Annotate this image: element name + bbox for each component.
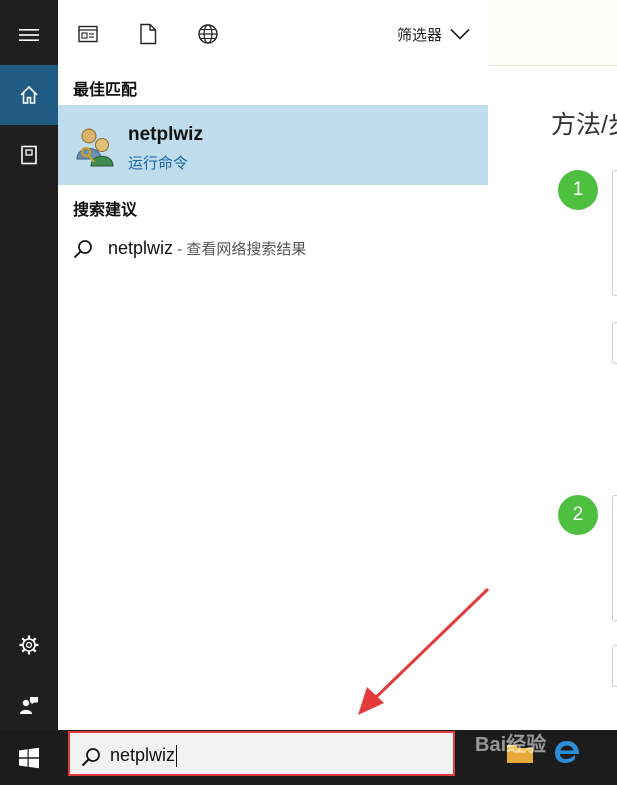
notebook-icon (21, 145, 37, 165)
windows-logo-icon (19, 747, 39, 768)
suggestion-hint: - 查看网络搜索结果 (173, 241, 307, 258)
search-suggestions-heading: 搜索建议 (73, 202, 138, 219)
search-input[interactable]: netplwiz (110, 745, 178, 768)
feedback-icon (20, 697, 38, 714)
feedback-button[interactable] (0, 675, 58, 735)
best-match-subtitle: 运行命令 (128, 155, 189, 172)
start-button[interactable] (0, 730, 58, 785)
users-accounts-icon (76, 128, 114, 167)
apps-icon (78, 25, 98, 43)
settings-button[interactable] (0, 615, 58, 675)
gear-icon (19, 635, 39, 655)
background-page: 方法/步 1 2 (488, 0, 617, 730)
edge-browser-icon[interactable] (553, 738, 581, 766)
apps-filter-button[interactable] (76, 22, 100, 46)
best-match-result[interactable]: netplwiz 运行命令 (58, 105, 488, 185)
best-match-heading: 最佳匹配 (73, 82, 138, 99)
text-caret (176, 745, 178, 768)
web-globe-icon (198, 24, 218, 44)
chevron-down-icon (450, 28, 470, 40)
search-input-value: netplwiz (110, 745, 176, 765)
step-badge-1: 1 (558, 170, 598, 210)
background-page-title: 方法/步 (551, 111, 617, 139)
filter-label: 筛选器 (396, 26, 442, 44)
hamburger-menu-button[interactable] (0, 5, 58, 65)
suggestion-query: netplwiz (108, 238, 174, 258)
web-filter-button[interactable] (196, 22, 220, 46)
search-icon (73, 240, 92, 259)
notebook-button[interactable] (0, 125, 58, 185)
home-button[interactable] (0, 65, 58, 125)
documents-icon (140, 23, 157, 45)
background-step-box (612, 322, 617, 364)
search-filter-bar: 筛选器 (58, 0, 488, 68)
background-step-box (612, 645, 617, 687)
background-step-box (612, 170, 617, 296)
hamburger-menu-icon (19, 29, 39, 41)
search-box[interactable]: netplwiz (68, 731, 455, 776)
step-badge-2: 2 (558, 495, 598, 535)
background-step-box (612, 495, 617, 621)
filter-dropdown[interactable]: 筛选器 (397, 22, 470, 46)
background-header-strip (488, 0, 617, 66)
best-match-title: netplwiz (128, 124, 203, 145)
home-icon (20, 85, 38, 104)
watermark-logo: Bai经验 (475, 734, 547, 756)
suggestion-item[interactable]: netplwiz - 查看网络搜索结果 (58, 230, 488, 270)
search-icon (81, 748, 100, 767)
annotation-arrow (358, 587, 490, 715)
start-menu-rail (0, 0, 58, 785)
documents-filter-button[interactable] (136, 22, 160, 46)
